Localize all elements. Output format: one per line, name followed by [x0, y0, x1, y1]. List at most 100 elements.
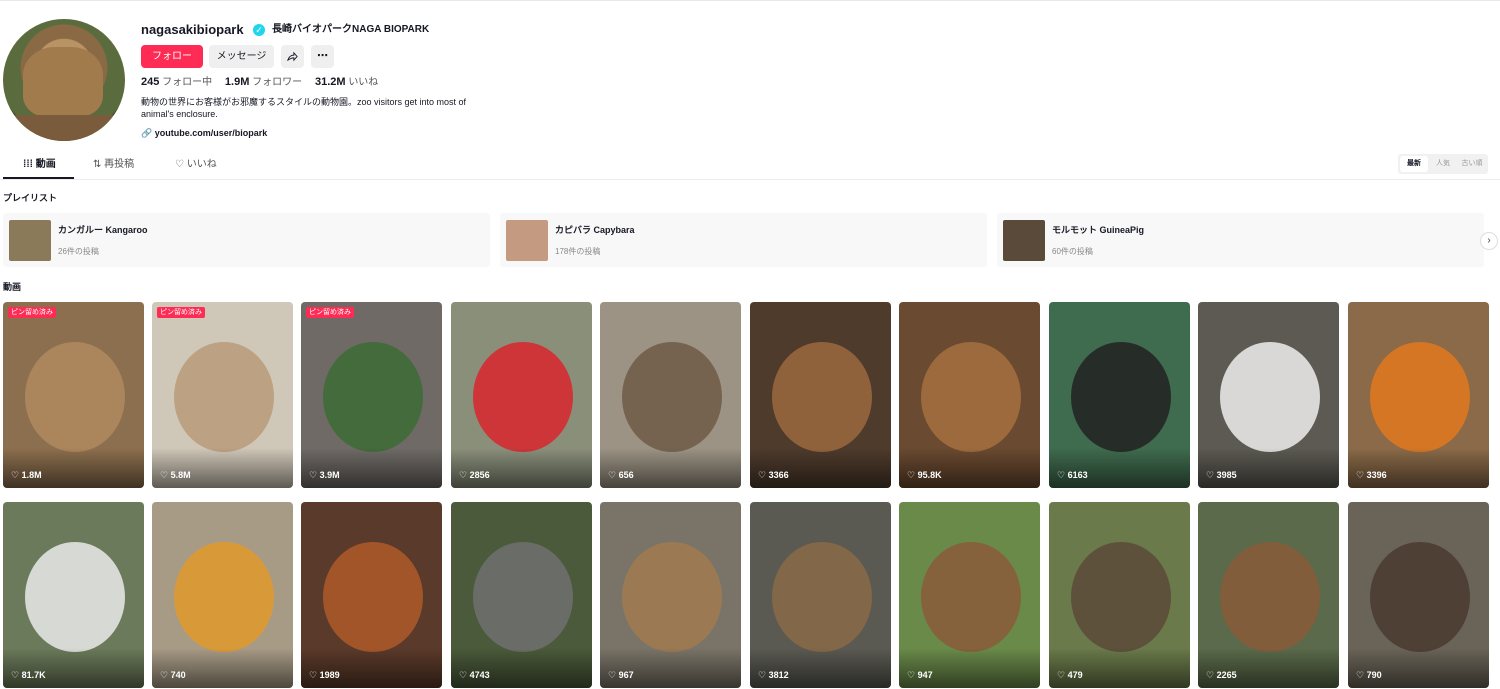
tab-reposts[interactable]: ⇅ 再投稿	[93, 155, 134, 175]
video-card[interactable]: ♡ 4743	[451, 502, 592, 688]
video-bottom-shade	[1198, 448, 1339, 488]
video-card[interactable]: ♡ 740	[152, 502, 293, 688]
video-card[interactable]: ♡ 967	[600, 502, 741, 688]
tab-likes[interactable]: ♡ いいね	[175, 155, 217, 175]
video-thumbnail-subject	[772, 542, 872, 652]
video-card[interactable]: ピン留め済み ♡ 5.8M	[152, 302, 293, 488]
video-card[interactable]: ♡ 2265	[1198, 502, 1339, 688]
video-view-count: ♡ 3366	[758, 469, 789, 481]
video-card[interactable]: ♡ 479	[1049, 502, 1190, 688]
pinned-badge: ピン留め済み	[157, 307, 205, 318]
video-thumbnail-subject	[622, 542, 722, 652]
video-thumbnail-subject	[1370, 542, 1470, 652]
repost-icon: ⇅	[93, 159, 105, 170]
verified-icon: ✓	[253, 24, 265, 36]
video-card[interactable]: ♡ 95.8K	[899, 302, 1040, 488]
follow-button[interactable]: フォロー	[141, 45, 203, 68]
view-count-value: 5.8M	[170, 470, 191, 480]
playlists-heading: プレイリスト	[3, 193, 58, 203]
playlist-name: カンガルー Kangaroo	[58, 225, 148, 235]
nickname: 長崎バイオパークNAGA BIOPARK	[272, 24, 430, 35]
video-bottom-shade	[1198, 648, 1339, 688]
profile-bio: 動物の世界にお客様がお邪魔するスタイルの動物園。zoo visitors get…	[141, 97, 467, 119]
avatar[interactable]	[3, 19, 125, 141]
video-thumbnail-subject	[1220, 342, 1320, 452]
video-thumbnail-subject	[921, 542, 1021, 652]
view-count-value: 947	[917, 670, 933, 680]
video-view-count: ♡ 95.8K	[907, 469, 942, 481]
following-label[interactable]: フォロー中	[162, 77, 212, 88]
heart-icon: ♡	[758, 470, 769, 480]
view-count-value: 4743	[469, 670, 490, 680]
video-thumbnail-subject	[323, 342, 423, 452]
followers-label[interactable]: フォロワー	[252, 77, 302, 88]
heart-icon: ♡	[907, 470, 918, 480]
tab-videos-label: 動画	[35, 159, 56, 170]
pinned-badge: ピン留め済み	[8, 307, 56, 318]
heart-icon: ♡	[1356, 470, 1367, 480]
avatar-log-shape	[3, 115, 125, 141]
video-view-count: ♡ 2265	[1206, 669, 1237, 681]
video-card[interactable]: ♡ 790	[1348, 502, 1489, 688]
video-bottom-shade	[600, 648, 741, 688]
video-bottom-shade	[1049, 648, 1190, 688]
video-card[interactable]: ♡ 3985	[1198, 302, 1339, 488]
video-bottom-shade	[3, 648, 144, 688]
playlist-thumbnail	[506, 220, 548, 261]
playlist-card[interactable]: モルモット GuineaPig 60件の投稿	[997, 213, 1484, 267]
video-bottom-shade	[600, 448, 741, 488]
view-count-value: 1.8M	[21, 470, 42, 480]
sort-oldest[interactable]: 古い順	[1458, 156, 1486, 172]
video-card[interactable]: ♡ 81.7K	[3, 502, 144, 688]
video-thumbnail-subject	[25, 342, 125, 452]
view-count-value: 3396	[1366, 470, 1387, 480]
video-thumbnail-subject	[174, 542, 274, 652]
video-view-count: ♡ 6163	[1057, 469, 1088, 481]
video-view-count: ♡ 3396	[1356, 469, 1387, 481]
playlist-card[interactable]: カンガルー Kangaroo 26件の投稿	[3, 213, 490, 267]
profile-link[interactable]: 🔗 youtube.com/user/biopark	[141, 127, 267, 139]
heart-icon: ♡	[459, 670, 470, 680]
video-card[interactable]: ♡ 947	[899, 502, 1040, 688]
video-thumbnail-subject	[1071, 342, 1171, 452]
video-card[interactable]: ♡ 2856	[451, 302, 592, 488]
video-card[interactable]: ♡ 656	[600, 302, 741, 488]
video-bottom-shade	[152, 448, 293, 488]
video-card[interactable]: ♡ 6163	[1049, 302, 1190, 488]
profile-link-text[interactable]: youtube.com/user/biopark	[155, 128, 268, 138]
tab-reposts-label: 再投稿	[104, 159, 135, 170]
heart-icon: ♡	[758, 670, 769, 680]
share-button[interactable]	[281, 45, 304, 68]
playlist-count: 178件の投稿	[555, 247, 601, 256]
username: nagasakibiopark	[141, 22, 244, 37]
video-view-count: ♡ 479	[1057, 669, 1083, 681]
heart-icon: ♡	[1206, 670, 1217, 680]
video-view-count: ♡ 740	[160, 669, 186, 681]
playlist-next-button[interactable]: ›	[1480, 232, 1498, 250]
video-card[interactable]: ♡ 3812	[750, 502, 891, 688]
tab-videos[interactable]: ⁞⁞⁞ 動画	[23, 155, 56, 175]
view-count-value: 3.9M	[319, 470, 340, 480]
more-button[interactable]: ⋯	[311, 45, 334, 68]
video-card[interactable]: ピン留め済み ♡ 3.9M	[301, 302, 442, 488]
link-icon: 🔗	[141, 128, 153, 138]
playlist-name: モルモット GuineaPig	[1052, 225, 1145, 235]
sort-popular[interactable]: 人気	[1429, 156, 1457, 172]
video-card[interactable]: ♡ 3366	[750, 302, 891, 488]
video-thumbnail-subject	[622, 342, 722, 452]
message-button[interactable]: メッセージ	[209, 45, 274, 68]
video-bottom-shade	[899, 448, 1040, 488]
playlist-count: 26件の投稿	[58, 247, 99, 256]
view-count-value: 967	[618, 670, 634, 680]
heart-icon: ♡	[907, 670, 918, 680]
playlist-card[interactable]: カピバラ Capybara 178件の投稿	[500, 213, 987, 267]
video-card[interactable]: ♡ 3396	[1348, 302, 1489, 488]
sort-latest[interactable]: 最新	[1400, 156, 1428, 172]
likes-label: いいね	[348, 77, 379, 88]
video-thumbnail-subject	[25, 542, 125, 652]
video-card[interactable]: ♡ 1989	[301, 502, 442, 688]
video-card[interactable]: ピン留め済み ♡ 1.8M	[3, 302, 144, 488]
view-count-value: 95.8K	[917, 470, 942, 480]
tab-likes-label: いいね	[186, 159, 217, 170]
heart-icon: ♡	[459, 470, 470, 480]
